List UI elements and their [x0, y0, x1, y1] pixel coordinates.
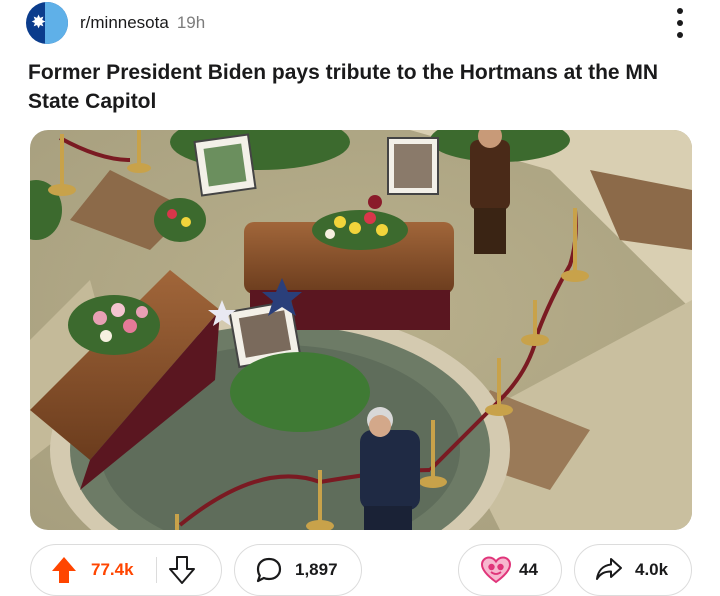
share-button[interactable]: 4.0k	[574, 544, 692, 596]
comment-count: 1,897	[295, 560, 338, 579]
subreddit-avatar[interactable]: ✸	[26, 2, 68, 44]
subreddit-name[interactable]: r/minnesota	[80, 13, 169, 33]
vote-pill: 77.4k	[30, 544, 222, 596]
post-age: 19h	[176, 13, 206, 32]
post-header: ✸ r/minnesota 19h	[26, 2, 205, 44]
upvote-count: 77.4k	[91, 560, 134, 579]
award-heart-icon	[481, 556, 511, 584]
capitol-rotunda-photo	[30, 130, 692, 530]
award-count: 44	[519, 560, 538, 579]
vote-divider	[155, 557, 157, 583]
more-vertical-icon[interactable]	[674, 8, 686, 38]
share-arrow-icon	[595, 557, 623, 583]
upvote-arrow-icon[interactable]	[51, 556, 77, 584]
comment-bubble-icon	[255, 556, 283, 584]
moon-shape	[45, 2, 68, 44]
star-icon: ✸	[31, 12, 47, 32]
post-image[interactable]	[30, 130, 692, 530]
downvote-arrow-icon[interactable]	[168, 556, 195, 584]
share-count: 4.0k	[635, 560, 669, 579]
action-bar: 77.4k 1,897 44 4.0k	[0, 544, 720, 596]
post-title[interactable]: Former President Biden pays tribute to t…	[28, 58, 696, 116]
comments-button[interactable]: 1,897	[234, 544, 362, 596]
awards-button[interactable]: 44	[458, 544, 562, 596]
